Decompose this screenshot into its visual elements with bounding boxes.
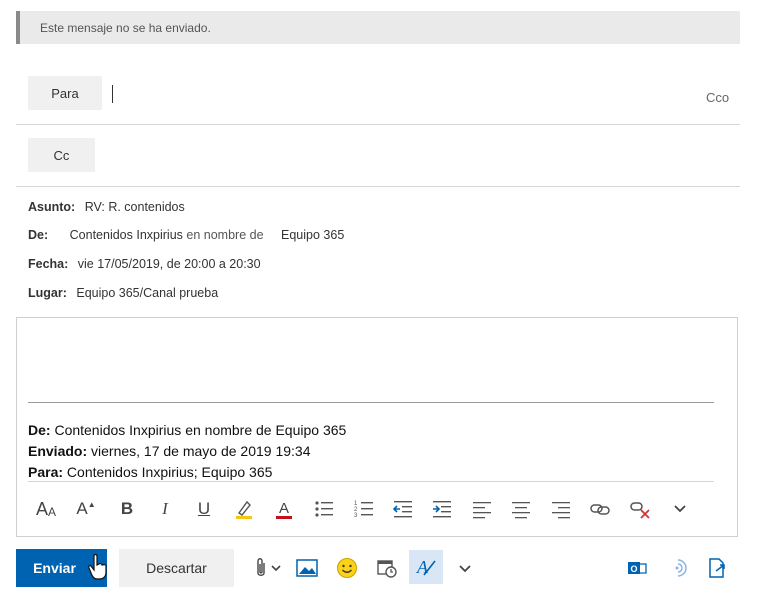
mouse-cursor-icon [88, 553, 110, 586]
grow-font-icon[interactable]: A ▲ [70, 493, 102, 525]
increase-indent-icon[interactable] [426, 493, 458, 525]
to-input-caret[interactable] [112, 85, 113, 103]
subject-label: Asunto: [28, 200, 76, 214]
decrease-indent-icon[interactable] [387, 493, 419, 525]
location-label: Lugar: [28, 286, 67, 300]
quoted-from-value: Contenidos Inxpirius en nombre de Equipo… [54, 422, 347, 438]
quoted-sent-label: Enviado: [28, 443, 88, 459]
link-icon[interactable] [584, 493, 616, 525]
discard-button[interactable]: Descartar [119, 549, 234, 587]
quoted-from-label: De: [28, 422, 51, 438]
align-center-icon[interactable] [505, 493, 537, 525]
bcc-link[interactable]: Cco [706, 90, 729, 105]
quoted-to: Para: Contenidos Inxpirius; Equipo 365 [28, 464, 272, 480]
italic-icon[interactable]: I [149, 493, 181, 525]
emoji-icon[interactable] [330, 551, 364, 585]
unsent-banner-text: Este mensaje no se ha enviado. [40, 21, 211, 35]
font-size-icon[interactable]: AA [30, 493, 62, 525]
subject-line: Asunto: RV: R. contenidos [28, 200, 185, 214]
location-value: Equipo 365/Canal prueba [76, 286, 219, 300]
quoted-to-label: Para: [28, 464, 64, 480]
from-group[interactable]: Equipo 365 [281, 228, 344, 242]
on-behalf-text: en nombre de [186, 228, 264, 242]
svg-text:O: O [631, 564, 638, 574]
align-left-icon[interactable] [466, 493, 498, 525]
insert-picture-icon[interactable] [290, 551, 324, 585]
unsent-banner: Este mensaje no se ha enviado. [16, 11, 740, 44]
bullets-icon[interactable] [308, 493, 340, 525]
underline-icon[interactable]: U [188, 493, 220, 525]
bold-icon[interactable]: B [111, 493, 143, 525]
divider [16, 124, 740, 125]
attach-dropdown-icon[interactable] [270, 561, 282, 579]
svg-text:A: A [416, 557, 429, 577]
more-icon[interactable] [664, 493, 696, 525]
quoted-from: De: Contenidos Inxpirius en nombre de Eq… [28, 422, 346, 438]
from-label: De: [28, 228, 49, 242]
svg-text:A: A [279, 500, 289, 517]
cc-button[interactable]: Cc [28, 138, 95, 172]
quoted-sent: Enviado: viernes, 17 de mayo de 2019 19:… [28, 443, 311, 459]
teams-meeting-icon[interactable]: O [620, 551, 654, 585]
date-line: Fecha: vie 17/05/2019, de 20:00 a 20:30 [28, 257, 261, 271]
highlight-icon[interactable] [228, 493, 260, 525]
quoted-to-value: Contenidos Inxpirius; Equipo 365 [66, 464, 273, 480]
toolbar-divider [28, 481, 714, 482]
format-toolbar: AA A ▲ B I U A 123 [28, 493, 714, 527]
quote-separator [28, 402, 714, 403]
from-line: De: Contenidos Inxpirius en nombre de Eq… [28, 228, 344, 242]
font-color-icon[interactable]: A [268, 493, 300, 525]
pop-out-icon[interactable] [700, 551, 734, 585]
format-text-icon[interactable]: A [409, 550, 443, 584]
svg-text:3: 3 [354, 513, 358, 519]
from-name[interactable]: Contenidos Inxpirius [70, 228, 183, 242]
divider [16, 186, 740, 187]
remove-link-icon[interactable] [624, 493, 656, 525]
to-button[interactable]: Para [28, 76, 102, 110]
subject-value: RV: R. contenidos [84, 200, 185, 214]
numbering-icon[interactable]: 123 [348, 493, 380, 525]
align-right-icon[interactable] [545, 493, 577, 525]
date-value: vie 17/05/2019, de 20:00 a 20:30 [77, 257, 261, 271]
quoted-sent-value: viernes, 17 de mayo de 2019 19:34 [91, 443, 311, 459]
location-line: Lugar: Equipo 365/Canal prueba [28, 286, 218, 300]
more-options-icon[interactable] [458, 561, 472, 579]
accessibility-icon[interactable] [660, 551, 694, 585]
date-label: Fecha: [28, 257, 69, 271]
calendar-clock-icon[interactable] [370, 551, 404, 585]
